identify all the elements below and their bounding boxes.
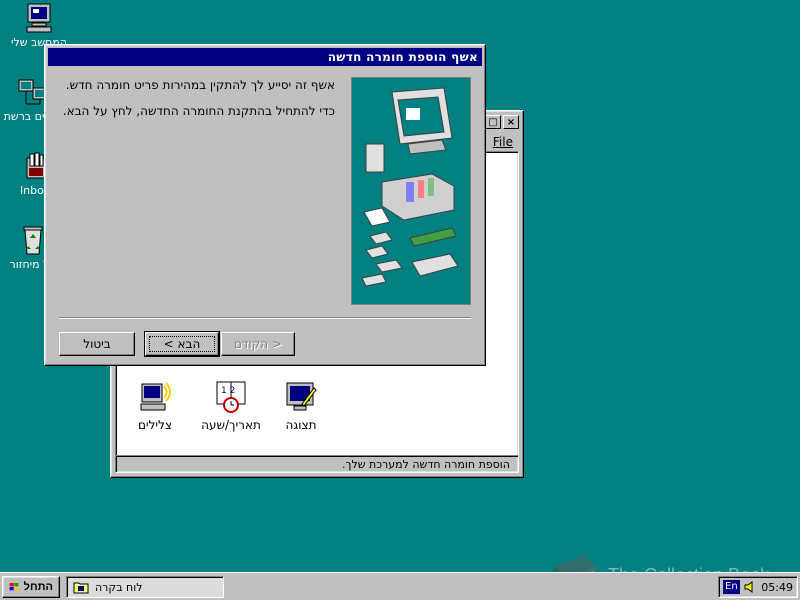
sounds-icon <box>140 382 171 411</box>
close-icon: × <box>506 116 516 128</box>
menu-file[interactable]: File <box>493 135 513 149</box>
start-button[interactable]: התחל <box>2 576 60 598</box>
language-indicator[interactable]: En <box>723 580 740 594</box>
close-button[interactable]: × <box>503 115 519 129</box>
cp-item-label: צלילים <box>137 418 173 432</box>
taskbar-item-label: לוח בקרה <box>95 580 143 594</box>
status-bar: הוספת חומרה חדשה למערכת שלך. <box>115 455 519 473</box>
add-hardware-wizard-dialog: אשף הוספת חומרה חדשה אשף זה יסייע לך להת… <box>44 44 486 366</box>
hardware-illustration-icon <box>361 87 459 287</box>
cp-item-label: תצוגה <box>285 418 317 432</box>
desktop-icon-my-computer[interactable]: המחשב שלי <box>2 2 76 49</box>
volume-icon[interactable] <box>743 580 757 594</box>
svg-text:1 2: 1 2 <box>221 386 235 396</box>
wizard-intro-text: אשף זה יסייע לך להתקין במהירות פריט חומר… <box>55 77 335 129</box>
back-button-label: < הקודם <box>233 337 282 351</box>
window-title-buttons: □ × <box>485 115 519 129</box>
back-button[interactable]: < הקודם <box>221 332 295 356</box>
control-panel-icon <box>73 582 89 594</box>
next-button[interactable]: הבא > <box>144 331 220 357</box>
clock: 05:49 <box>761 580 793 594</box>
taskbar-item-control-panel[interactable]: לוח בקרה <box>66 576 224 598</box>
taskbar: התחל לוח בקרה En 05:49 <box>0 572 800 600</box>
display-icon <box>286 382 317 411</box>
next-button-label: הבא > <box>148 336 216 352</box>
maximize-icon: □ <box>488 116 498 128</box>
wizard-paragraph-2: כדי להתחיל בהתקנת החומרה החדשה, לחץ על ה… <box>62 104 335 118</box>
maximize-button[interactable]: □ <box>485 115 501 129</box>
dialog-title: אשף הוספת חומרה חדשה <box>48 48 482 66</box>
cp-item-sounds[interactable]: צלילים <box>120 380 190 432</box>
date-time-icon: 1 2 <box>216 381 246 413</box>
menu-file-label: File <box>492 135 513 149</box>
cancel-button[interactable]: ביטול <box>59 332 135 356</box>
windows-logo-icon <box>9 582 19 591</box>
cancel-button-label: ביטול <box>83 337 111 351</box>
wizard-paragraph-1: אשף זה יסייע לך להתקין במהירות פריט חומר… <box>65 78 335 92</box>
system-tray: En 05:49 <box>718 576 798 598</box>
start-button-label: התחל <box>23 581 53 593</box>
cp-item-display[interactable]: תצוגה <box>266 380 336 432</box>
cp-item-label: תאריך/שעה <box>201 418 261 432</box>
cp-item-date-time[interactable]: 1 2 תאריך/שעה <box>196 380 266 432</box>
my-computer-icon <box>23 2 55 34</box>
dialog-separator <box>59 317 471 319</box>
hardware-illustration <box>351 77 471 305</box>
status-text: הוספת חומרה חדשה למערכת שלך. <box>342 458 510 471</box>
